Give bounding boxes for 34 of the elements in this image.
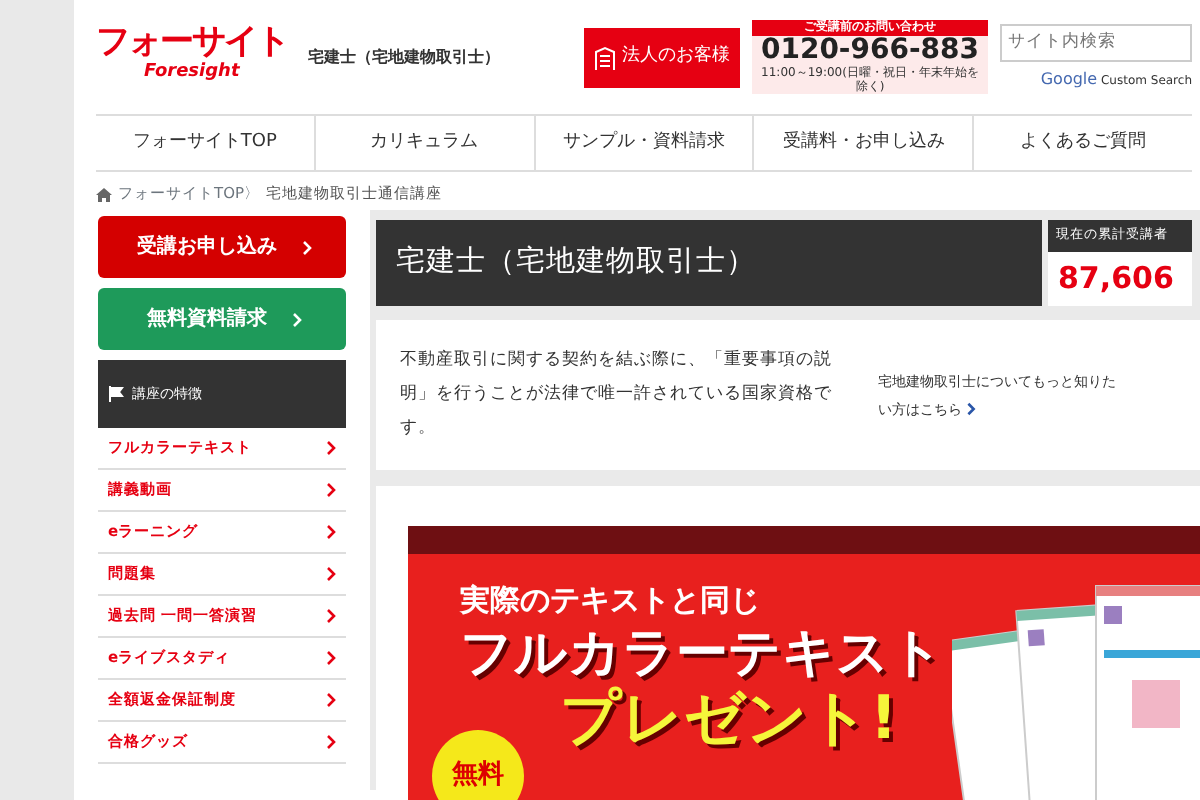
- search-field[interactable]: サイト内検索: [1000, 23, 1192, 61]
- nav-link[interactable]: 受講料・お申し込み: [752, 116, 973, 170]
- free-badge: 無料: [432, 730, 524, 800]
- counter-value: 87,606: [1056, 257, 1176, 300]
- chevron-icon: [291, 311, 301, 327]
- chevron-icon: [326, 692, 336, 708]
- chevron-icon: [326, 608, 336, 624]
- nav-link[interactable]: フォーサイトTOP: [96, 116, 314, 170]
- banner-lead: 実際のテキストと同じ: [460, 580, 762, 622]
- site-title: 宅建士（宅地建物取引士）: [308, 45, 500, 69]
- chevron-icon: [326, 734, 336, 750]
- home-icon: [96, 187, 112, 201]
- logo[interactable]: フォーサイト Foresight: [96, 26, 288, 88]
- page-title: 宅建士（宅地建物取引士）: [376, 220, 1042, 306]
- banner-emphasis: プレゼント!: [560, 685, 900, 752]
- nav-link[interactable]: カリキュラム: [313, 116, 534, 170]
- chevron-icon: [326, 566, 336, 582]
- chevron-icon: [326, 524, 336, 540]
- chevron-icon: [326, 440, 336, 456]
- nav-link[interactable]: よくあるご質問: [972, 116, 1192, 170]
- chevron-icon: [301, 239, 311, 255]
- nav-link[interactable]: サンプル・資料請求: [533, 116, 753, 170]
- chevron-icon: [326, 650, 336, 666]
- flag-icon: [108, 386, 124, 402]
- description-text: 不動産取引に関する契約を結ぶ際に、「重要事項の説明」を行うことが法律で唯一許されている国家資格です。: [400, 347, 834, 442]
- promo-banner[interactable]: 実際のテキストと同じ フルカラーテキスト プレゼント! 無料: [408, 526, 1200, 800]
- phone-number: 0120-966-883: [760, 36, 980, 66]
- chevron-icon: [966, 402, 977, 417]
- request-button[interactable]: 無料資料請求: [98, 288, 346, 350]
- corporate-button[interactable]: 法人のお客様: [584, 27, 740, 87]
- building-icon: [594, 45, 616, 69]
- chevron-icon: [326, 482, 336, 498]
- banner-headline: フルカラーテキスト: [460, 623, 946, 686]
- apply-button[interactable]: 受講お申し込み: [98, 216, 346, 278]
